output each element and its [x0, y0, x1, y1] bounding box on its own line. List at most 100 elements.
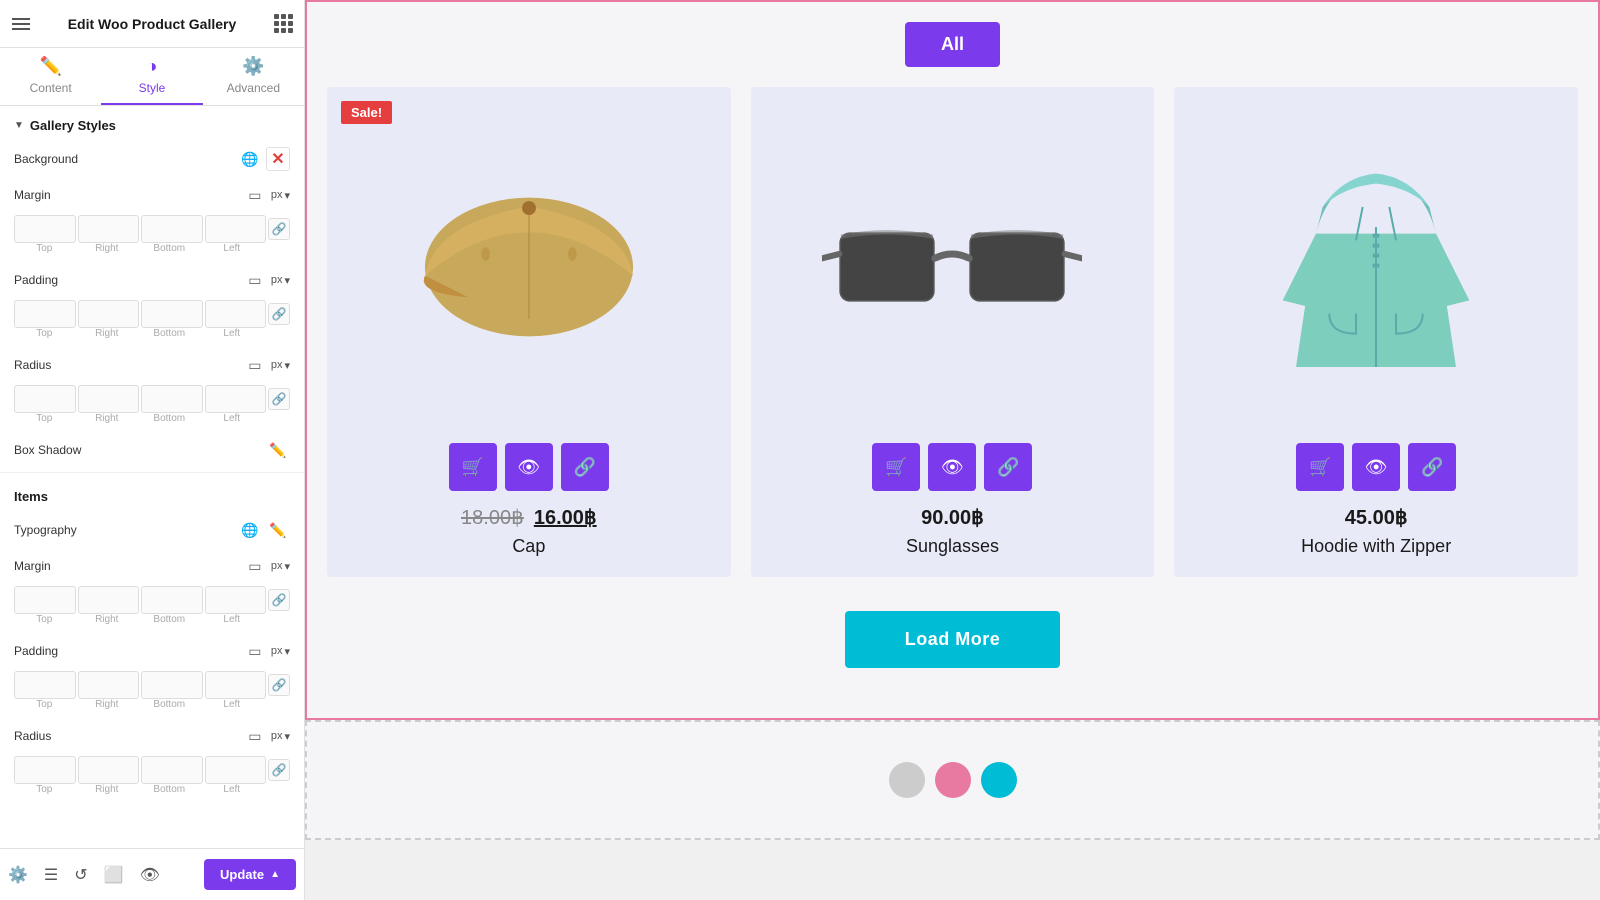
padding-unit-select[interactable]: px ▾: [271, 274, 290, 287]
padding-top-input[interactable]: [14, 300, 76, 328]
radius-items-device-icon[interactable]: ▭: [243, 724, 267, 748]
margin-items-link-icon[interactable]: 🔗: [268, 589, 290, 611]
margin-items-right-input[interactable]: [78, 586, 140, 614]
load-more-row: Load More: [327, 601, 1578, 688]
margin-gallery-row: Margin ▭ px ▾: [0, 177, 304, 213]
product-actions-1: 🛒 👁 🔗: [449, 443, 609, 491]
radius-unit-select[interactable]: px ▾: [271, 359, 290, 372]
radius-items-left-input[interactable]: [205, 756, 267, 784]
quick-view-btn-3[interactable]: 👁: [1352, 443, 1400, 491]
product-actions-3: 🛒 👁 🔗: [1296, 443, 1456, 491]
update-button[interactable]: Update ▲: [204, 859, 296, 890]
filter-tab-all[interactable]: All: [905, 22, 1000, 67]
margin-link-icon[interactable]: 🔗: [268, 218, 290, 240]
gallery-container: All Sale!: [305, 0, 1600, 720]
margin-device-icon[interactable]: ▭: [243, 183, 267, 207]
padding-items-unit-select[interactable]: px ▾: [271, 645, 290, 658]
products-grid: Sale!: [327, 87, 1578, 577]
margin-items-top-input[interactable]: [14, 586, 76, 614]
radius-items-row: Radius ▭ px ▾: [0, 718, 304, 754]
radius-top-input[interactable]: [14, 385, 76, 413]
price-3: 45.00฿: [1345, 505, 1408, 530]
radius-items-bottom-input[interactable]: [141, 756, 203, 784]
padding-bottom-input[interactable]: [141, 300, 203, 328]
settings-icon[interactable]: ⚙️: [8, 865, 28, 885]
margin-left-input[interactable]: [205, 215, 267, 243]
margin-bottom-input[interactable]: [141, 215, 203, 243]
background-global-icon[interactable]: 🌐: [238, 147, 262, 171]
radius-items-link-icon[interactable]: 🔗: [268, 759, 290, 781]
box-shadow-controls: ✏️: [266, 438, 290, 462]
margin-right-input[interactable]: [78, 215, 140, 243]
margin-items-unit-select[interactable]: px ▾: [271, 560, 290, 573]
background-clear-icon[interactable]: ✕: [266, 147, 290, 171]
padding-items-left-input[interactable]: [205, 671, 267, 699]
product-link-btn-3[interactable]: 🔗: [1408, 443, 1456, 491]
margin-items-left-input[interactable]: [205, 586, 267, 614]
tab-content[interactable]: ✏️ Content: [0, 56, 101, 105]
padding-gallery-label: Padding: [14, 273, 58, 287]
margin-items-labels: Top Right Bottom Left: [0, 614, 304, 633]
add-to-cart-btn-1[interactable]: 🛒: [449, 443, 497, 491]
tab-style[interactable]: ◑ Style: [101, 56, 202, 105]
radius-link-icon[interactable]: 🔗: [268, 388, 290, 410]
background-label: Background: [14, 152, 78, 166]
gallery-styles-section-header[interactable]: ▼ Gallery Styles: [0, 106, 304, 141]
quick-view-btn-2[interactable]: 👁: [928, 443, 976, 491]
radius-left-input[interactable]: [205, 385, 267, 413]
add-to-cart-btn-2[interactable]: 🛒: [872, 443, 920, 491]
typography-edit-icon[interactable]: ✏️: [266, 518, 290, 542]
box-shadow-edit-icon[interactable]: ✏️: [266, 438, 290, 462]
tab-advanced-label: Advanced: [227, 81, 280, 95]
canvas-wrapper: All Sale!: [305, 0, 1600, 840]
radius-bottom-input[interactable]: [141, 385, 203, 413]
grid-icon[interactable]: [274, 14, 292, 33]
radius-items-top-input[interactable]: [14, 756, 76, 784]
price-old-1: 18.00฿: [461, 505, 524, 530]
content-icon: ✏️: [39, 56, 61, 77]
quick-view-btn-1[interactable]: 👁: [505, 443, 553, 491]
margin-items-label: Margin: [14, 559, 51, 573]
typography-global-icon[interactable]: 🌐: [238, 518, 262, 542]
padding-link-icon[interactable]: 🔗: [268, 303, 290, 325]
layers-icon[interactable]: ☰: [44, 865, 58, 885]
padding-left-input[interactable]: [205, 300, 267, 328]
load-more-button[interactable]: Load More: [845, 611, 1061, 668]
radius-labels: Top Right Bottom Left: [0, 413, 304, 432]
product-link-btn-2[interactable]: 🔗: [984, 443, 1032, 491]
padding-items-bottom-input[interactable]: [141, 671, 203, 699]
radius-gallery-label: Radius: [14, 358, 51, 372]
margin-gallery-controls: ▭ px ▾: [243, 183, 290, 207]
hamburger-icon[interactable]: [12, 18, 30, 30]
product-name-1: Cap: [512, 536, 545, 557]
padding-items-device-icon[interactable]: ▭: [243, 639, 267, 663]
radius-right-input[interactable]: [78, 385, 140, 413]
items-section-header[interactable]: Items: [0, 477, 304, 512]
padding-items-top-input[interactable]: [14, 671, 76, 699]
padding-device-icon[interactable]: ▭: [243, 268, 267, 292]
radius-items-right-input[interactable]: [78, 756, 140, 784]
radius-items-labels: Top Right Bottom Left: [0, 784, 304, 803]
history-icon[interactable]: ↺: [74, 865, 87, 885]
preview-icon[interactable]: 👁: [140, 865, 160, 885]
margin-items-bottom-input[interactable]: [141, 586, 203, 614]
margin-top-input[interactable]: [14, 215, 76, 243]
tab-advanced[interactable]: ⚙️ Advanced: [203, 56, 304, 105]
below-gallery-dots: [889, 762, 1017, 798]
hoodie-svg: [1276, 117, 1476, 417]
margin-items-device-icon[interactable]: ▭: [243, 554, 267, 578]
product-link-btn-1[interactable]: 🔗: [561, 443, 609, 491]
radius-gallery-inputs: 🔗: [0, 383, 304, 413]
padding-items-link-icon[interactable]: 🔗: [268, 674, 290, 696]
margin-unit-select[interactable]: px ▾: [271, 189, 290, 202]
padding-items-row: Padding ▭ px ▾: [0, 633, 304, 669]
padding-items-right-input[interactable]: [78, 671, 140, 699]
radius-device-icon[interactable]: ▭: [243, 353, 267, 377]
padding-right-input[interactable]: [78, 300, 140, 328]
responsive-icon[interactable]: ⬜: [104, 865, 124, 885]
items-title: Items: [14, 489, 48, 504]
radius-items-unit-select[interactable]: px ▾: [271, 730, 290, 743]
margin-labels: Top Right Bottom Left: [0, 243, 304, 262]
margin-gallery-inputs: 🔗: [0, 213, 304, 243]
add-to-cart-btn-3[interactable]: 🛒: [1296, 443, 1344, 491]
